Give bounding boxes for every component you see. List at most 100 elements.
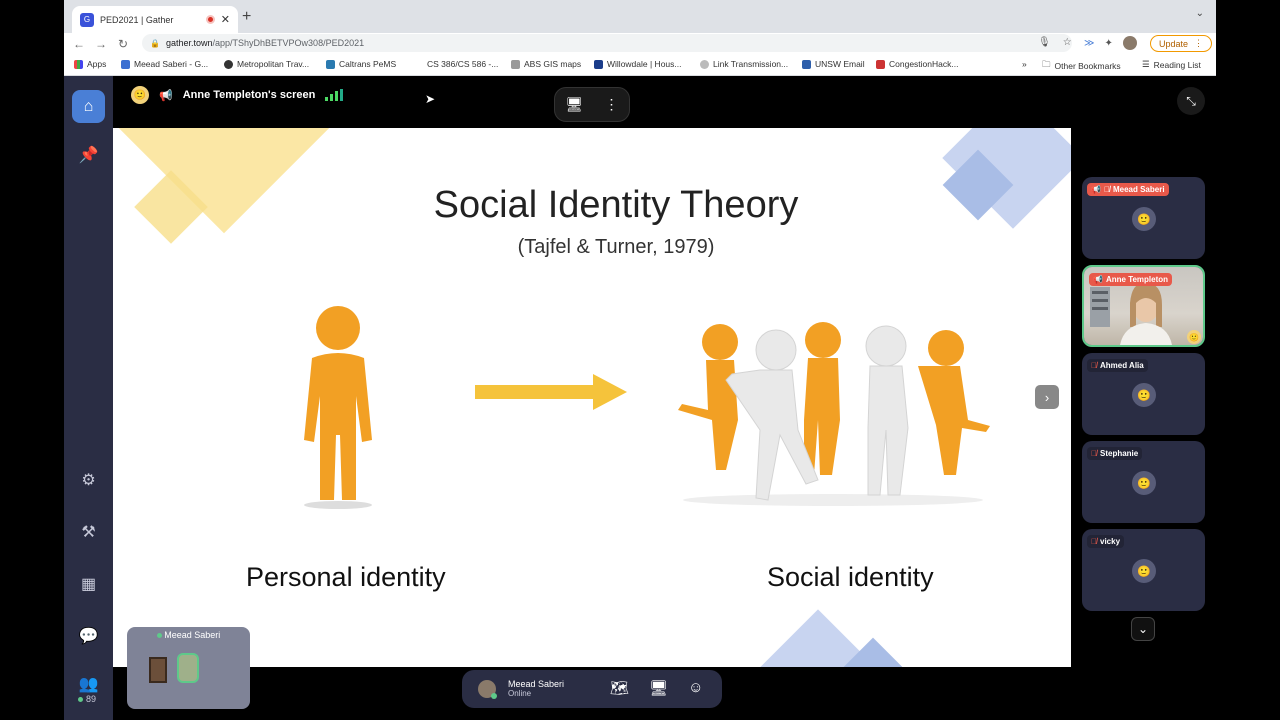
screen-share-icon[interactable]: 🖥 (649, 679, 668, 697)
gear-icon: ⚙ (81, 471, 96, 489)
bookmark-favicon-icon (414, 59, 423, 69)
settings-button[interactable]: ⚙ (72, 463, 105, 496)
screen-controls: 🖥 ⋮ (554, 87, 630, 122)
emoji-icon[interactable]: ☺ (688, 679, 703, 697)
bookmark-label: Reading List (1153, 59, 1201, 70)
url-path: /app/TShyDhBETVPOw308/PED2021 (212, 38, 365, 48)
build-tools-button[interactable]: ⚒ (72, 515, 105, 548)
gather-sidebar: ⌂ 📌 ⚙ ⚒ ▦ 💬 👥 89 (64, 76, 113, 720)
close-tab-icon[interactable]: ✕ (221, 13, 230, 26)
participant-name: Meead Saberi (1112, 185, 1165, 194)
signal-strength-icon (325, 89, 344, 101)
bookmark-label: ABS GIS maps (524, 59, 582, 69)
gather-favicon-icon: G (80, 12, 94, 27)
next-slide-button[interactable]: › (1035, 385, 1059, 409)
minimap[interactable]: Meead Saberi (127, 627, 250, 709)
bookmark-label: Link Transmission... (713, 59, 789, 69)
online-count: 89 (78, 694, 96, 704)
participant-tile[interactable]: 🎙̸ Ahmed Alia 🙂 (1082, 353, 1205, 435)
bookmark-item[interactable]: CongestionHack... (876, 59, 958, 69)
bookmark-favicon-icon (121, 59, 130, 69)
bookmark-favicon-icon (700, 59, 709, 69)
chat-button[interactable]: 💬 (72, 619, 105, 652)
presenter-avatar: 🙂 (131, 86, 149, 104)
bookmark-item[interactable]: Link Transmission... (700, 59, 788, 69)
bookmark-favicon-icon (876, 59, 885, 69)
forward-button[interactable]: → (90, 37, 112, 51)
bookmark-item[interactable]: Willowdale | Hous... (594, 59, 681, 69)
participant-avatar: 🙂 (1132, 207, 1156, 231)
social-identity-label: Social identity (767, 562, 934, 592)
bookmark-label: CongestionHack... (889, 59, 959, 69)
monitor-icon[interactable]: 🖥 (566, 96, 584, 113)
bookmark-item[interactable]: Meead Saberi - G... (121, 59, 208, 69)
puzzle-icon[interactable]: ✦ (1104, 38, 1112, 49)
lock-icon: 🔒 (150, 38, 160, 48)
minimap-label: Meead Saberi (127, 630, 250, 640)
participant-tile[interactable]: 🎙̸ vicky 🙂 (1082, 529, 1205, 611)
avatar-sprite (177, 653, 199, 683)
reload-button[interactable]: ↻ (112, 37, 134, 51)
name-pill: 🎙̸ Ahmed Alia (1087, 359, 1148, 372)
calendar-button[interactable]: ▦ (72, 567, 105, 600)
bookmark-item[interactable]: Metropolitan Trav... (224, 59, 309, 69)
reading-list-button[interactable]: ☰ Reading List (1142, 59, 1201, 70)
door-icon (149, 657, 167, 683)
bookmark-label: CS 386/CS 586 -... (427, 59, 499, 69)
mic-muted-icon: 🎙̸ (1091, 449, 1097, 458)
name-pill: 📢 Anne Templeton (1089, 273, 1173, 286)
pin-button[interactable]: 📌 (72, 138, 105, 171)
online-dot-icon (78, 696, 83, 702)
profile-avatar[interactable] (1122, 36, 1137, 50)
extension-chevrons-icon[interactable]: ≫ (1084, 38, 1094, 49)
name-pill: 📢 🎙̸ Meead Saberi (1087, 183, 1169, 196)
map-icon[interactable]: 🗺 (610, 679, 629, 697)
star-icon[interactable]: ☆ (1063, 37, 1072, 48)
bookmark-favicon-icon (326, 59, 335, 69)
participant-tile[interactable]: 📢 🎙̸ Meead Saberi 🙂 (1082, 177, 1205, 259)
back-button[interactable]: ← (68, 37, 90, 51)
bookmark-label: Other Bookmarks (1054, 61, 1121, 71)
scroll-participants-down-button[interactable]: ⌄ (1131, 617, 1155, 641)
people-icon: 👥 (78, 675, 99, 693)
online-count-value: 89 (86, 694, 97, 704)
megaphone-icon: 📢 (1091, 185, 1101, 194)
update-button[interactable]: Update ⋮ (1150, 35, 1213, 52)
my-avatar[interactable] (478, 680, 497, 699)
recording-icon (205, 15, 215, 24)
mic-muted-icon: 🎙̸ (1091, 361, 1097, 370)
my-status: Online (508, 689, 532, 698)
bookmark-apps[interactable]: Apps (74, 59, 106, 69)
browser-tab[interactable]: G PED2021 | Gather ✕ (72, 6, 238, 33)
home-button[interactable]: ⌂ (72, 90, 105, 123)
bookmark-item[interactable]: CS 386/CS 586 -... (414, 59, 498, 69)
participant-name: vicky (1100, 537, 1121, 546)
bookmarks-overflow-button[interactable]: » (1022, 59, 1027, 69)
new-tab-button[interactable]: + (242, 8, 251, 26)
personal-identity-label: Personal identity (246, 562, 446, 592)
more-options-icon[interactable]: ⋮ (604, 96, 618, 113)
bookmark-favicon-icon (802, 59, 811, 69)
other-bookmarks-folder[interactable]: 🗀 Other Bookmarks (1042, 59, 1121, 73)
chevron-down-icon: ⌄ (1137, 622, 1149, 636)
minimize-screen-button[interactable]: ⤡ (1177, 87, 1205, 115)
bookmark-item[interactable]: ABS GIS maps (511, 59, 581, 69)
slide-subtitle: (Tajfel & Turner, 1979) (517, 236, 715, 258)
address-bar[interactable]: 🔒 gather.town/app/TShyDhBETVPOw308/PED20… (142, 34, 1072, 52)
bookmark-item[interactable]: Caltrans PeMS (326, 59, 396, 69)
update-label: Update (1159, 38, 1189, 49)
presenter-badge-avatar: 🙂 (1187, 330, 1201, 344)
bookmark-label: Metropolitan Trav... (237, 59, 310, 69)
participant-tile-speaking[interactable]: 📢 Anne Templeton 🙂 (1082, 265, 1205, 347)
participant-tile[interactable]: 🎙̸ Stephanie 🙂 (1082, 441, 1205, 523)
tab-search-chevron-icon[interactable]: ⌄ (1196, 8, 1204, 19)
minimap-name: Meead Saberi (164, 630, 221, 640)
participant-avatar: 🙂 (1132, 559, 1156, 583)
megaphone-icon: 📢 (1093, 275, 1103, 284)
chat-icon: 💬 (78, 627, 99, 645)
bookmark-favicon-icon (511, 59, 520, 69)
bookmark-item[interactable]: UNSW Email (802, 59, 865, 69)
home-icon: ⌂ (83, 97, 94, 115)
microphone-icon[interactable]: 🎙 (1038, 37, 1051, 48)
screen-share-header: 🙂 📢 Anne Templeton's screen (131, 86, 344, 104)
